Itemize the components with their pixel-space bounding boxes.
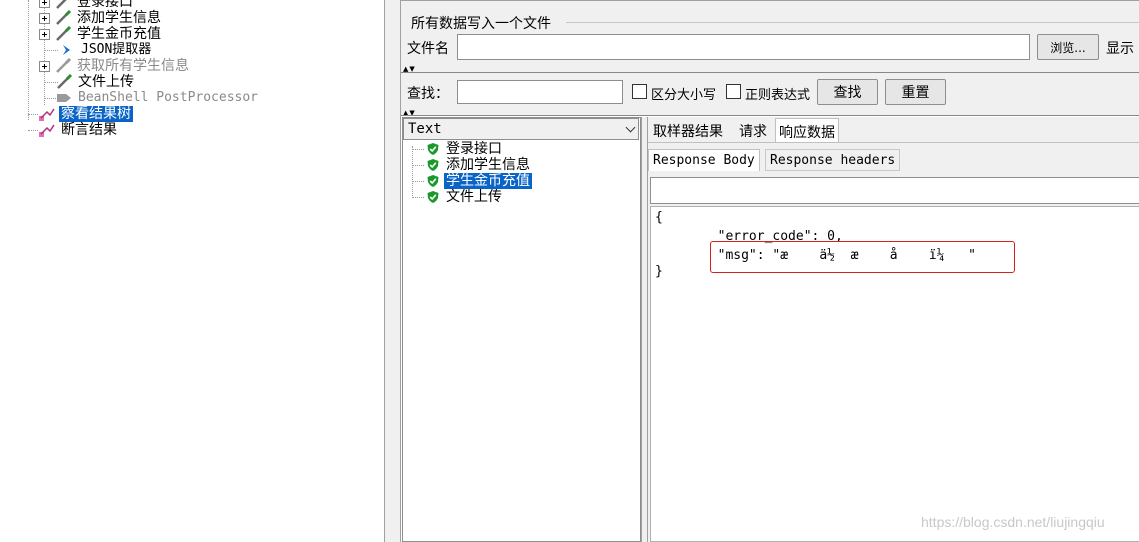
sample-item[interactable]: 添加学生信息	[412, 157, 532, 173]
garbled-text-highlight	[710, 241, 1015, 273]
expand-icon[interactable]	[39, 0, 50, 8]
divider	[401, 72, 1139, 73]
response-line: }	[655, 264, 663, 279]
sample-item[interactable]: 登录接口	[412, 141, 504, 157]
regex-checkbox[interactable]	[726, 84, 741, 99]
pipette-icon	[56, 58, 72, 73]
filename-input[interactable]	[457, 34, 1030, 60]
tree-item-label: 断言结果	[61, 122, 117, 138]
filename-label: 文件名	[407, 41, 449, 57]
divider	[648, 142, 1139, 143]
renderer-value: Text	[408, 121, 442, 137]
sample-label: 学生金币充值	[444, 173, 532, 189]
sample-label: 添加学生信息	[446, 157, 530, 173]
tree-item-file-upload[interactable]: 文件上传	[55, 74, 136, 90]
tree-item-label: JSON提取器	[81, 42, 152, 57]
tree-item-label: 添加学生信息	[77, 10, 161, 26]
expand-icon[interactable]	[39, 12, 50, 24]
tree-item-beanshell[interactable]: BeanShell PostProcessor	[55, 90, 260, 106]
tree-item-json-extractor[interactable]: JSON提取器	[58, 42, 153, 58]
listener-graph-icon	[39, 108, 55, 121]
tree-item-label: 学生金币充值	[77, 26, 161, 42]
tree-item-view-results-tree[interactable]: 察看结果树	[38, 106, 133, 122]
tree-item-gold-recharge[interactable]: 学生金币充值	[39, 26, 163, 42]
write-to-file-title: 所有数据写入一个文件	[411, 16, 551, 32]
postprocessor-icon	[57, 94, 71, 102]
success-shield-icon	[427, 159, 439, 171]
watermark: https://blog.csdn.net/liujingqiu	[921, 514, 1105, 530]
tree-item-get-all-students[interactable]: 获取所有学生信息	[39, 58, 191, 74]
tree-item-label: 文件上传	[78, 74, 134, 90]
case-sensitive-label: 区分大小写	[651, 88, 717, 103]
tree-item-label: BeanShell PostProcessor	[78, 90, 259, 105]
sample-label: 登录接口	[446, 141, 502, 157]
extractor-arrow-icon	[63, 45, 70, 55]
tree-item-add-student[interactable]: 添加学生信息	[39, 10, 163, 26]
tab-sampler-result[interactable]: 取样器结果	[650, 118, 726, 142]
pipette-icon	[56, 10, 72, 25]
find-button[interactable]: 查找	[817, 79, 878, 105]
success-shield-icon	[427, 191, 439, 203]
tab-request[interactable]: 请求	[736, 118, 770, 142]
pipette-icon	[56, 26, 72, 41]
pipette-icon	[57, 74, 73, 89]
detail-splitter[interactable]	[641, 117, 648, 542]
expand-icon[interactable]	[39, 28, 50, 40]
tree-item-assertion-results[interactable]: 断言结果	[38, 122, 119, 138]
success-shield-icon	[427, 175, 439, 187]
sample-item-selected[interactable]: 学生金币充值	[412, 173, 532, 189]
chevron-down-icon	[625, 122, 636, 133]
tree-connector	[28, 0, 29, 120]
expand-icon[interactable]	[39, 60, 50, 72]
response-filter-input[interactable]	[650, 177, 1139, 204]
search-label: 查找：	[407, 86, 449, 102]
case-sensitive-checkbox[interactable]	[632, 84, 647, 99]
listener-graph-icon	[39, 124, 55, 137]
divider	[401, 0, 1139, 1]
main-splitter[interactable]	[384, 0, 401, 542]
tree-item-label: 获取所有学生信息	[77, 58, 189, 74]
tree-item-label: 察看结果树	[59, 106, 133, 122]
tree-connector	[44, 50, 58, 51]
regex-label: 正则表达式	[745, 88, 811, 103]
tree-item-label: 登录接口	[77, 0, 133, 10]
reset-button[interactable]: 重置	[885, 79, 946, 105]
divider	[566, 22, 1139, 23]
tree-connector	[28, 114, 38, 115]
search-input[interactable]	[457, 80, 623, 104]
sample-label: 文件上传	[446, 189, 502, 205]
display-label: 显示	[1106, 41, 1134, 57]
tree-item-login[interactable]: 登录接口	[39, 0, 135, 10]
subtab-response-headers[interactable]: Response headers	[765, 149, 901, 171]
sample-item[interactable]: 文件上传	[412, 189, 504, 205]
tab-response-data[interactable]: 响应数据	[775, 118, 839, 142]
subtab-response-body[interactable]: Response Body	[648, 149, 760, 171]
success-shield-icon	[427, 143, 439, 155]
response-line: {	[655, 210, 663, 225]
pipette-icon	[56, 0, 68, 9]
renderer-select[interactable]: Text	[403, 118, 639, 140]
divider	[401, 115, 1139, 116]
browse-button[interactable]: 浏览...	[1037, 34, 1099, 60]
tree-connector	[28, 130, 38, 131]
